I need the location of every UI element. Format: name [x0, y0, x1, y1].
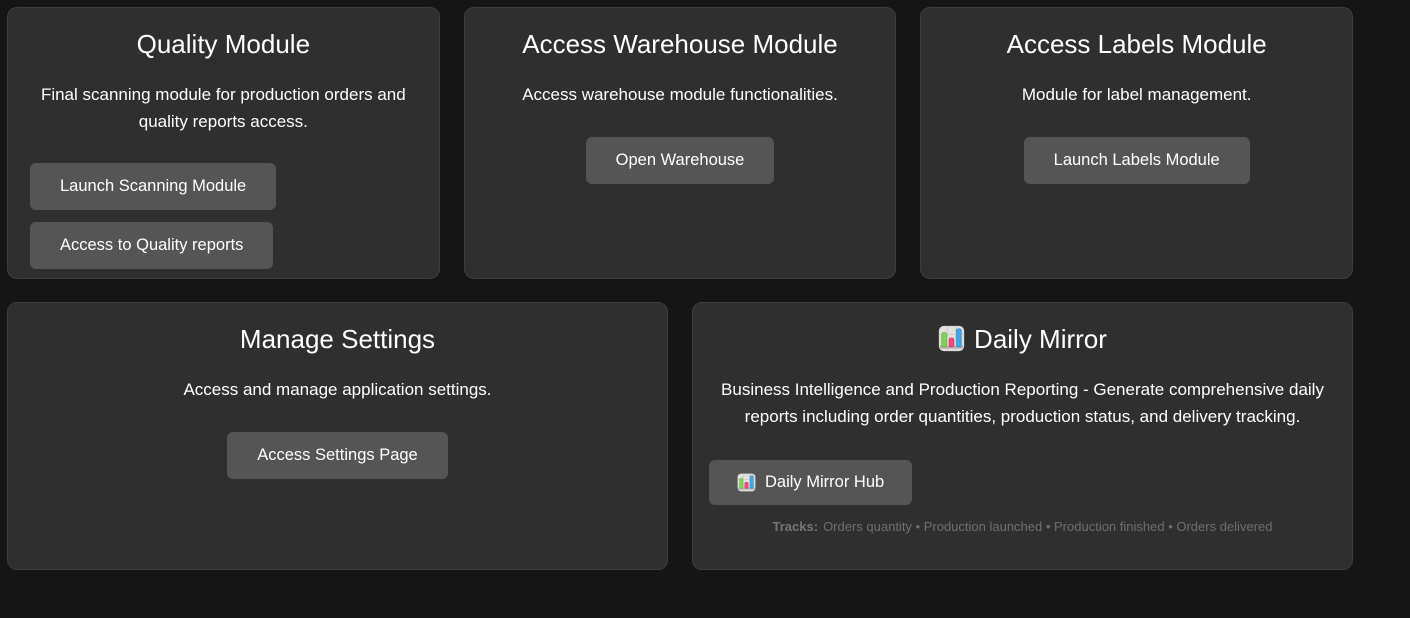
button-group: Daily Mirror Hub: [709, 460, 1336, 505]
card-description: Module for label management.: [937, 81, 1336, 108]
tracks-note: Tracks: Orders quantity • Production laun…: [709, 519, 1336, 534]
button-group: Open Warehouse: [481, 137, 880, 184]
modules-row-bottom: Manage Settings Access and manage applic…: [7, 302, 1353, 570]
card-description: Access and manage application settings.: [24, 376, 651, 403]
bar-chart-icon: [938, 325, 965, 352]
dashboard: Quality Module Final scanning module for…: [0, 0, 1410, 618]
modules-grid: Quality Module Final scanning module for…: [7, 7, 1353, 570]
bar-chart-icon: [737, 473, 756, 492]
card-manage-settings: Manage Settings Access and manage applic…: [7, 302, 668, 570]
button-group: Launch Labels Module: [937, 137, 1336, 184]
card-title: Quality Module: [24, 29, 423, 59]
card-title-text: Daily Mirror: [974, 324, 1107, 354]
tracks-label: Tracks:: [773, 519, 819, 534]
tracks-text: Orders quantity • Production launched • …: [823, 519, 1272, 534]
card-description: Business Intelligence and Production Rep…: [709, 376, 1336, 430]
button-group: Launch Scanning Module Access to Quality…: [24, 163, 423, 269]
card-title: Access Labels Module: [937, 29, 1336, 59]
card-description: Access warehouse module functionalities.: [481, 81, 880, 108]
button-label: Daily Mirror Hub: [765, 473, 884, 492]
card-title: Manage Settings: [24, 324, 651, 354]
card-description: Final scanning module for production ord…: [24, 81, 423, 135]
daily-mirror-hub-button[interactable]: Daily Mirror Hub: [709, 460, 912, 505]
access-quality-reports-button[interactable]: Access to Quality reports: [30, 222, 273, 269]
card-title: Daily Mirror: [709, 324, 1336, 354]
modules-row-top: Quality Module Final scanning module for…: [7, 7, 1353, 279]
button-group: Access Settings Page: [24, 432, 651, 479]
launch-scanning-module-button[interactable]: Launch Scanning Module: [30, 163, 276, 210]
card-title: Access Warehouse Module: [481, 29, 880, 59]
card-daily-mirror: Daily Mirror Business Intelligence and P…: [692, 302, 1353, 570]
card-warehouse-module: Access Warehouse Module Access warehouse…: [464, 7, 897, 279]
open-warehouse-button[interactable]: Open Warehouse: [586, 137, 775, 184]
card-labels-module: Access Labels Module Module for label ma…: [920, 7, 1353, 279]
access-settings-page-button[interactable]: Access Settings Page: [227, 432, 448, 479]
launch-labels-module-button[interactable]: Launch Labels Module: [1024, 137, 1250, 184]
card-quality-module: Quality Module Final scanning module for…: [7, 7, 440, 279]
